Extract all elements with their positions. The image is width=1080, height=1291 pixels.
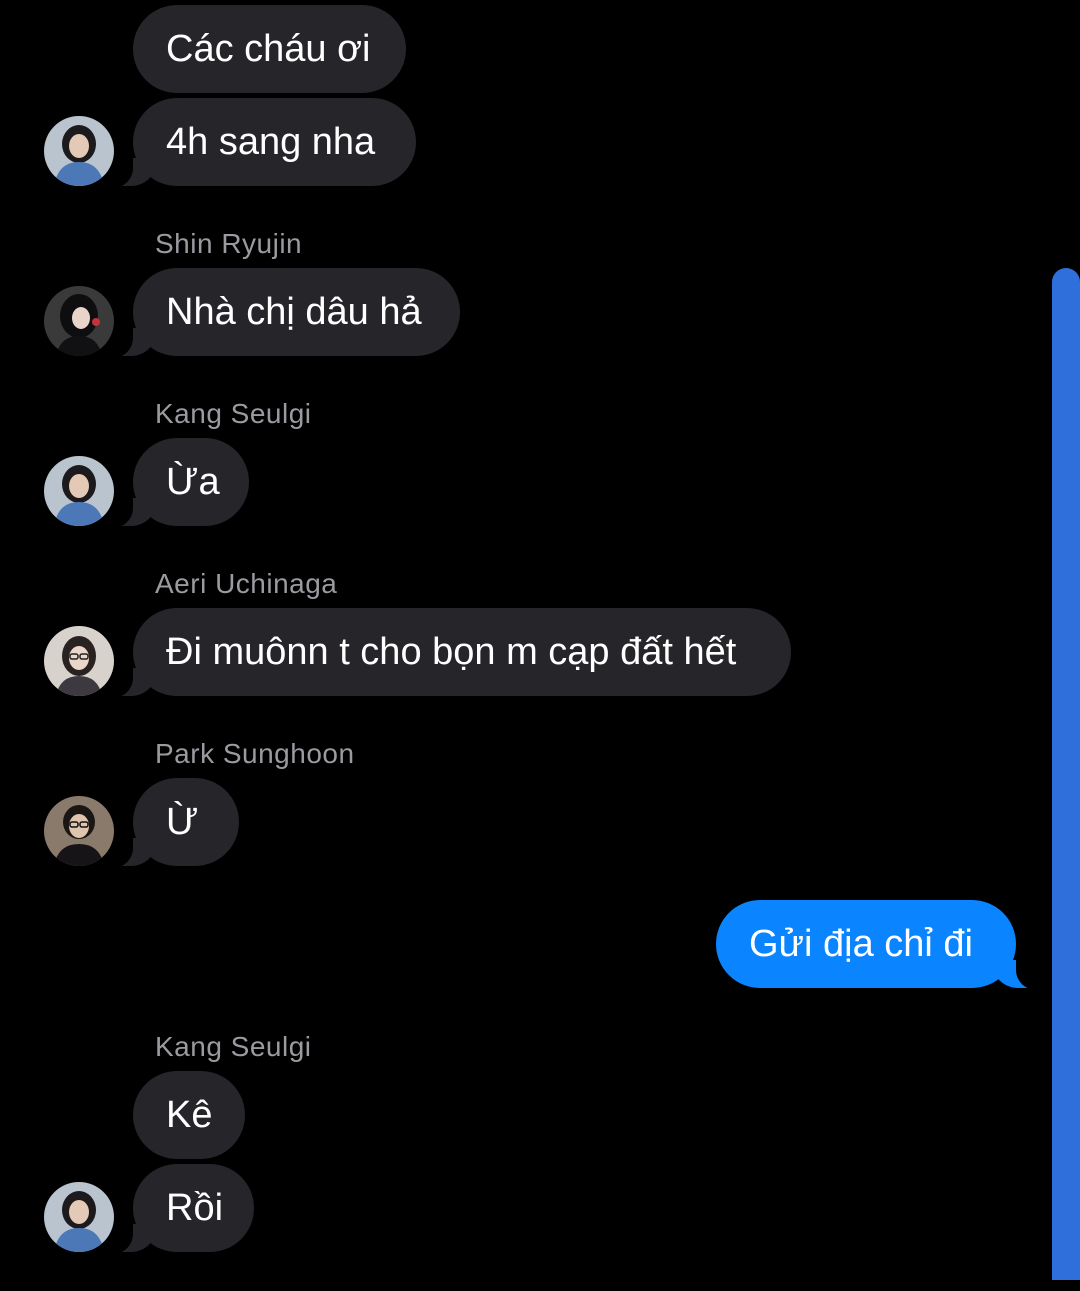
avatar-icon[interactable] [44,116,114,186]
message-text: Đi muônn t cho bọn m cạp đất hết [166,631,737,673]
sender-name: Kang Seulgi [155,1031,312,1062]
message-bubble[interactable]: Ừa [105,438,249,528]
avatar-icon[interactable] [44,286,114,356]
message-text: Kê [166,1094,213,1136]
avatar-icon[interactable] [44,1182,114,1252]
message-bubble[interactable]: Đi muônn t cho bọn m cạp đất hết [105,608,791,698]
message-bubble[interactable]: Kê [133,1071,245,1159]
message-bubble[interactable]: Rồi [105,1164,254,1254]
message-text: Gửi địa chỉ đi [749,923,973,965]
message-text: 4h sang nha [166,121,376,163]
message-text: Nhà chị dâu hả [166,291,422,333]
avatar-icon[interactable] [44,456,114,526]
message-text: Ừ [166,801,199,843]
sender-name: Park Sunghoon [155,738,355,769]
message-text: Các cháu ơi [166,28,371,70]
message-text: Ừa [166,461,220,503]
message-bubble[interactable]: Ừ [105,778,239,868]
message-text: Rồi [166,1187,224,1229]
message-bubble[interactable]: Các cháu ơi [133,5,406,93]
sender-name: Kang Seulgi [155,398,312,429]
scrollbar[interactable] [1052,268,1080,1280]
outgoing-message-bubble[interactable]: Gửi địa chỉ đi [716,900,1044,990]
avatar-icon[interactable] [44,796,114,866]
message-bubble[interactable]: 4h sang nha [105,98,416,188]
sender-name: Aeri Uchinaga [155,568,338,599]
message-bubble[interactable]: Nhà chị dâu hả [105,268,460,358]
sender-name: Shin Ryujin [155,228,303,259]
avatar-icon[interactable] [44,626,114,696]
